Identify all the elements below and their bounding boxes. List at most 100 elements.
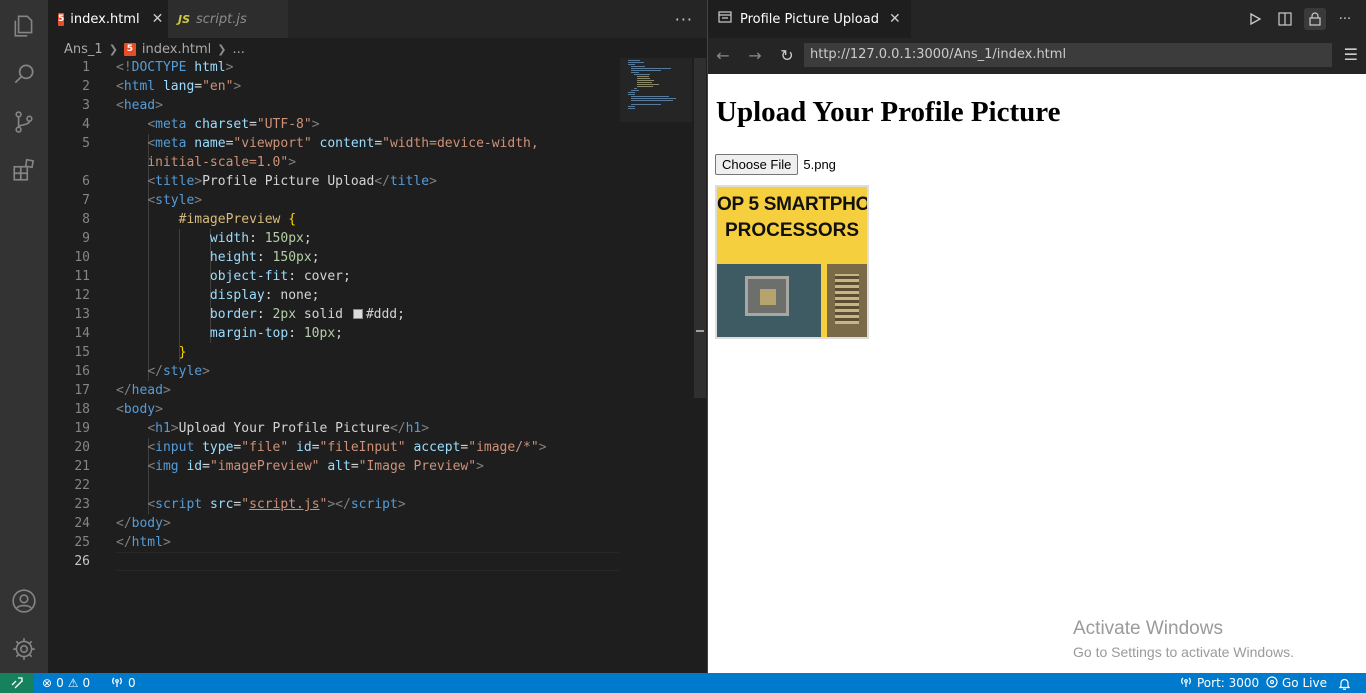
notifications-bell-icon[interactable]	[1338, 673, 1351, 693]
split-editor-icon[interactable]	[1274, 8, 1296, 30]
code-line-current: 26	[48, 552, 619, 571]
tab-label: index.html	[70, 11, 140, 27]
problems-indicator[interactable]: ⊗ 0 ⚠ 0	[42, 673, 90, 693]
close-icon[interactable]: ✕	[889, 11, 901, 27]
more-actions-icon[interactable]: ···	[1334, 8, 1356, 30]
code-area[interactable]: 1 <!DOCTYPE html> 2 <html lang="en"> 3 <hea…	[48, 58, 619, 571]
code-line: 8 #imagePreview {	[82, 212, 297, 227]
code-line: 2 <html lang="en">	[82, 79, 242, 94]
go-live-label: Go Live	[1282, 676, 1327, 690]
error-icon: ⊗	[42, 676, 53, 690]
image-preview: OP 5 SMARTPHO PROCESSORS	[715, 185, 869, 339]
minimap[interactable]	[620, 58, 692, 122]
code-line: 14 margin-top: 10px;	[74, 326, 343, 341]
code-line: 6 <title>Profile Picture Upload</title>	[82, 174, 437, 189]
scrollbar-thumb[interactable]	[694, 58, 706, 398]
editor-group: 5 index.html ✕ JS script.js ··· Ans_1 ❯ …	[48, 0, 707, 673]
code-line: initial-scale=1.0">	[147, 155, 297, 170]
color-swatch[interactable]	[352, 309, 363, 319]
code-line: 18 <body>	[74, 402, 163, 417]
code-line: 25 </html>	[74, 535, 171, 550]
menu-icon[interactable]: ☰	[1344, 45, 1358, 64]
file-input[interactable]: Choose File 5.png	[715, 154, 836, 175]
broadcast-icon	[1179, 676, 1193, 691]
breadcrumb-file[interactable]: index.html	[142, 42, 211, 57]
activate-windows-watermark: Activate Windows Go to Settings to activ…	[1073, 618, 1294, 660]
activity-bar	[0, 0, 48, 673]
page-heading: Upload Your Profile Picture	[716, 96, 1061, 128]
scrollbar-cursor-marker	[696, 330, 704, 332]
choose-file-button[interactable]: Choose File	[715, 154, 799, 175]
rendered-page: Upload Your Profile Picture Choose File …	[708, 74, 1366, 673]
code-line: 21 <img id="imagePreview" alt="Image Pre…	[74, 459, 484, 474]
editor-tabs: 5 index.html ✕ JS script.js ···	[48, 0, 707, 38]
code-line: 4 <meta charset="UTF-8">	[82, 117, 320, 132]
tab-index-html[interactable]: 5 index.html ✕	[48, 0, 168, 38]
breadcrumb: Ans_1 ❯ 5 index.html ❯ ...	[48, 38, 707, 60]
extensions-icon[interactable]	[0, 146, 48, 194]
more-actions-icon[interactable]: ···	[675, 10, 693, 29]
tab-label: script.js	[196, 11, 247, 27]
watermark-title: Activate Windows	[1073, 618, 1223, 639]
preview-tab-title: Profile Picture Upload	[740, 11, 879, 27]
go-live-button[interactable]: Go Live	[1266, 673, 1327, 693]
lock-icon[interactable]	[1304, 8, 1326, 30]
code-line: 11 object-fit: cover;	[74, 269, 351, 284]
html5-icon: 5	[123, 42, 136, 56]
run-icon[interactable]	[1244, 8, 1266, 30]
broadcast-icon	[110, 676, 124, 691]
search-icon[interactable]	[0, 50, 48, 98]
warning-icon: ⚠	[67, 676, 79, 690]
image-caption-line1: OP 5 SMARTPHO	[717, 194, 869, 215]
code-line: 19 <h1>Upload Your Profile Picture</h1>	[74, 421, 430, 436]
ports-indicator[interactable]: 0	[110, 673, 136, 693]
code-line: 10 height: 150px;	[74, 250, 320, 265]
code-line: 12 display: none;	[74, 288, 320, 303]
code-line: 16 </style>	[74, 364, 210, 379]
code-line: 7 <style>	[82, 193, 203, 208]
back-arrow-icon[interactable]: ←	[712, 45, 734, 67]
code-line: 24 </body>	[74, 516, 171, 531]
ports-count: 0	[128, 676, 136, 690]
chevron-right-icon: ❯	[108, 42, 118, 56]
preview-tabs: Profile Picture Upload ✕ ···	[708, 0, 1366, 38]
tab-preview[interactable]: Profile Picture Upload ✕	[708, 0, 911, 38]
code-line: 9 width: 150px;	[82, 231, 312, 246]
code-line: 23 <script src="script.js"></script>	[74, 497, 406, 512]
close-icon[interactable]: ✕	[152, 11, 164, 27]
preview-navbar: ← → ↻ http://127.0.0.1:3000/Ans_1/index.…	[708, 38, 1366, 74]
reload-icon[interactable]: ↻	[776, 45, 798, 67]
remote-icon[interactable]	[0, 673, 34, 693]
code-line: 20 <input type="file" id="fileInput" acc…	[74, 440, 547, 455]
breadcrumb-rest[interactable]: ...	[232, 42, 244, 57]
code-line: 5 <meta name="viewport" content="width=d…	[82, 136, 539, 151]
status-bar: ⊗ 0 ⚠ 0 0 Port: 3000 Go Live	[0, 673, 1366, 693]
go-live-icon	[1266, 675, 1278, 691]
url-bar[interactable]: http://127.0.0.1:3000/Ans_1/index.html	[804, 43, 1332, 67]
preview-pane: Profile Picture Upload ✕ ··· ← → ↻ http:…	[708, 0, 1366, 673]
js-icon: JS	[178, 12, 191, 26]
processor-chip-photo	[717, 264, 821, 337]
code-line: 1 <!DOCTYPE html>	[82, 60, 234, 75]
image-caption-line2: PROCESSORS	[724, 220, 860, 241]
breadcrumb-folder[interactable]: Ans_1	[64, 42, 103, 57]
preview-icon	[718, 10, 732, 28]
account-icon[interactable]	[0, 577, 48, 625]
code-line: 17 </head>	[74, 383, 171, 398]
code-line: 15 }	[74, 345, 187, 360]
code-line: 13 border: 2px solid #ddd;	[74, 307, 405, 322]
code-line: 22	[74, 478, 90, 493]
warning-count: 0	[82, 676, 91, 690]
port-indicator[interactable]: Port: 3000	[1179, 673, 1259, 693]
forward-arrow-icon[interactable]: →	[744, 45, 766, 67]
settings-gear-icon[interactable]	[0, 625, 48, 673]
explorer-icon[interactable]	[0, 2, 48, 50]
selected-file-name: 5.png	[803, 157, 836, 172]
port-label: Port: 3000	[1197, 676, 1260, 690]
error-count: 0	[56, 676, 64, 690]
watermark-subtitle: Go to Settings to activate Windows.	[1073, 644, 1294, 660]
circuit-board-photo	[827, 264, 867, 337]
tab-script-js[interactable]: JS script.js	[168, 0, 288, 38]
html5-icon: 5	[58, 12, 65, 26]
source-control-icon[interactable]	[0, 98, 48, 146]
